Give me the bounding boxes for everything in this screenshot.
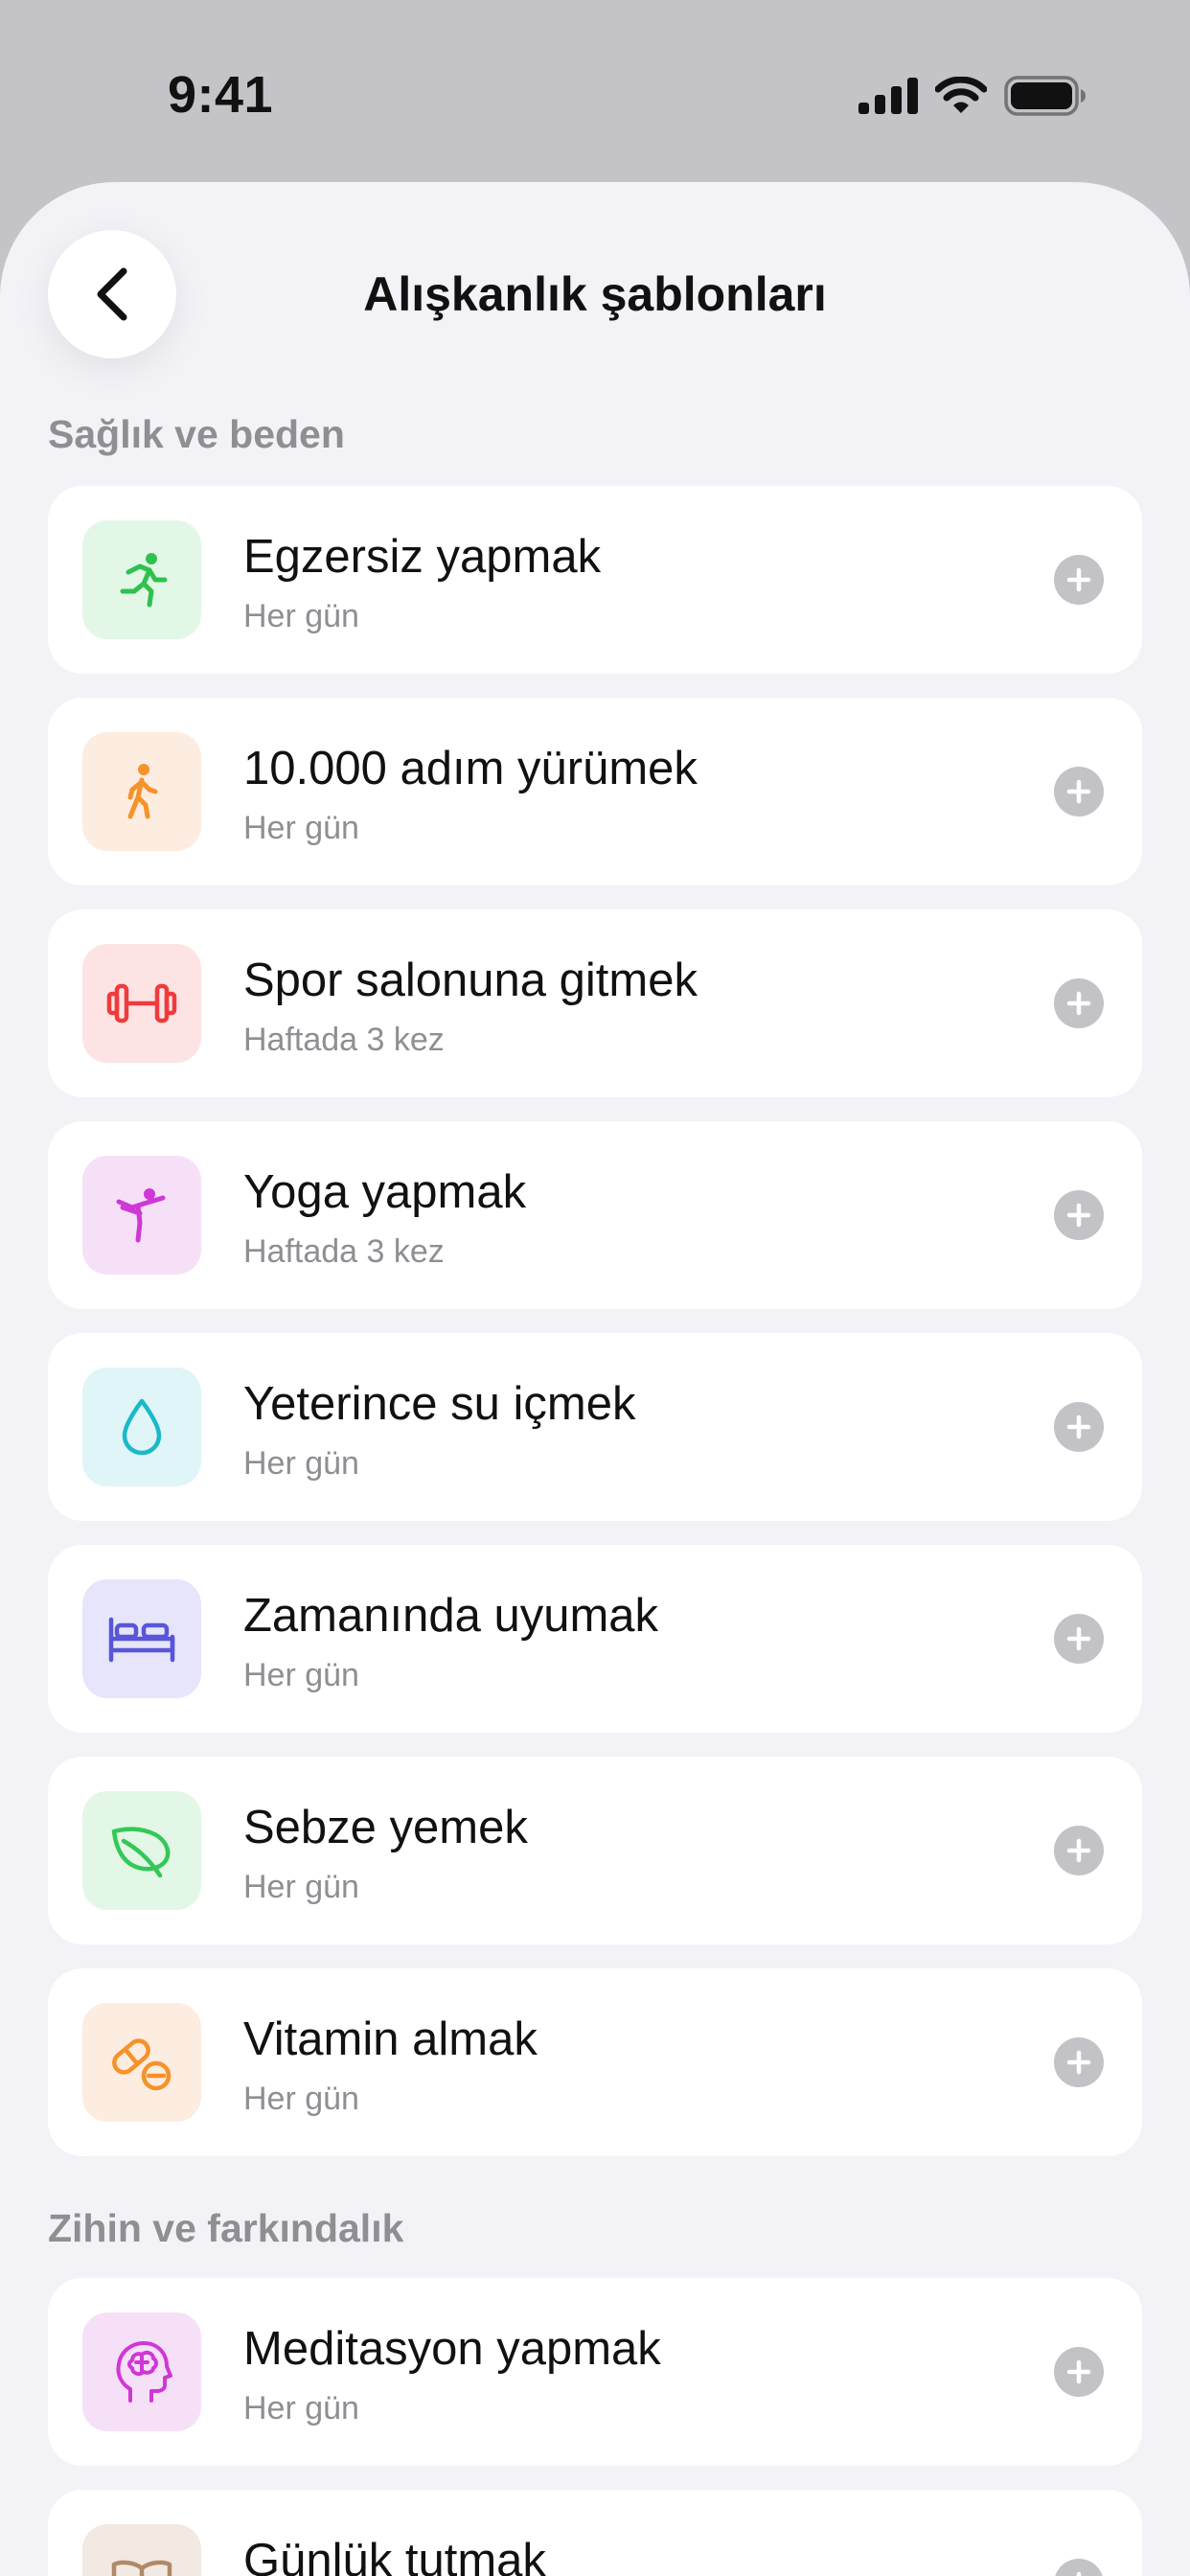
status-bar: 9:41 bbox=[0, 0, 1190, 182]
habit-template-card[interactable]: Sebze yemek Her gün bbox=[48, 1757, 1142, 1944]
habit-template-card[interactable]: Günlük tutmak bbox=[48, 2490, 1142, 2576]
habit-icon-tile bbox=[82, 1579, 201, 1698]
page-title: Alışkanlık şablonları bbox=[363, 267, 827, 321]
plus-icon bbox=[1076, 2571, 1082, 2576]
habit-icon-tile bbox=[82, 2003, 201, 2122]
plus-icon bbox=[1066, 1838, 1091, 1863]
habit-frequency: Her gün bbox=[243, 2081, 359, 2117]
plus-icon bbox=[1066, 1414, 1091, 1439]
dumbbell-icon bbox=[106, 983, 177, 1024]
yoga-icon bbox=[116, 1188, 166, 1243]
habit-template-card[interactable]: Yeterince su içmek Her gün bbox=[48, 1333, 1142, 1521]
habit-icon-tile bbox=[82, 2524, 201, 2576]
add-button[interactable] bbox=[1054, 767, 1104, 816]
add-button[interactable] bbox=[1054, 2037, 1104, 2087]
habit-template-card[interactable]: Meditasyon yapmak Her gün bbox=[48, 2278, 1142, 2466]
cellular-signal-icon bbox=[858, 78, 918, 114]
habit-title: Sebze yemek bbox=[243, 1802, 528, 1853]
habit-frequency: Her gün bbox=[243, 1869, 359, 1905]
leaf-icon bbox=[111, 1827, 171, 1878]
add-button[interactable] bbox=[1054, 2347, 1104, 2397]
habit-title: Meditasyon yapmak bbox=[243, 2323, 661, 2375]
plus-icon bbox=[1066, 2050, 1091, 2075]
section-header-mind: Zihin ve farkındalık bbox=[48, 2206, 404, 2250]
habit-frequency: Haftada 3 kez bbox=[243, 1022, 445, 1058]
habit-title: Spor salonuna gitmek bbox=[243, 954, 698, 1006]
habit-icon-tile bbox=[82, 944, 201, 1063]
habit-icon-tile bbox=[82, 1368, 201, 1486]
habit-frequency: Haftada 3 kez bbox=[243, 1233, 445, 1270]
habit-icon-tile bbox=[82, 520, 201, 639]
add-button[interactable] bbox=[1054, 1826, 1104, 1875]
status-time: 9:41 bbox=[168, 66, 274, 124]
habit-frequency: Her gün bbox=[243, 1657, 359, 1693]
habit-template-card[interactable]: Zamanında uyumak Her gün bbox=[48, 1545, 1142, 1733]
pill-icon bbox=[112, 2038, 172, 2091]
habit-frequency: Her gün bbox=[243, 810, 359, 846]
add-button[interactable] bbox=[1054, 1190, 1104, 1240]
add-button[interactable] bbox=[1054, 555, 1104, 605]
habit-icon-tile bbox=[82, 1156, 201, 1275]
wifi-icon bbox=[935, 77, 987, 113]
habit-title: Egzersiz yapmak bbox=[243, 531, 602, 583]
plus-icon bbox=[1066, 991, 1091, 1016]
habit-template-card[interactable]: Vitamin almak Her gün bbox=[48, 1968, 1142, 2156]
bed-icon bbox=[108, 1617, 175, 1663]
habit-template-card[interactable]: 10.000 adım yürümek Her gün bbox=[48, 698, 1142, 886]
brain-head-icon bbox=[116, 2341, 172, 2403]
habit-title: 10.000 adım yürümek bbox=[243, 743, 698, 794]
habit-icon-tile bbox=[82, 2312, 201, 2431]
habit-templates-sheet: Alışkanlık şablonları Sağlık ve beden Eg… bbox=[0, 182, 1190, 2576]
habit-frequency: Her gün bbox=[243, 1445, 359, 1482]
water-drop-icon bbox=[122, 1398, 162, 1456]
add-button[interactable] bbox=[1054, 1402, 1104, 1452]
add-button[interactable] bbox=[1054, 2559, 1104, 2576]
plus-icon bbox=[1066, 779, 1091, 804]
habit-template-card[interactable]: Spor salonuna gitmek Haftada 3 kez bbox=[48, 909, 1142, 1097]
journal-icon bbox=[111, 2560, 172, 2576]
habit-title: Vitamin almak bbox=[243, 2013, 538, 2065]
habit-title: Yeterince su içmek bbox=[243, 1378, 636, 1430]
habit-title: Yoga yapmak bbox=[243, 1166, 527, 1218]
habit-frequency: Her gün bbox=[243, 598, 359, 634]
plus-icon bbox=[1066, 1626, 1091, 1651]
habit-icon-tile bbox=[82, 1791, 201, 1910]
habit-template-card[interactable]: Yoga yapmak Haftada 3 kez bbox=[48, 1121, 1142, 1309]
plus-icon bbox=[1066, 1203, 1091, 1228]
battery-icon bbox=[1004, 76, 1086, 116]
add-button[interactable] bbox=[1054, 978, 1104, 1028]
plus-icon bbox=[1066, 2359, 1091, 2384]
section-header-health: Sağlık ve beden bbox=[48, 412, 345, 456]
status-icons bbox=[858, 75, 1087, 117]
walking-icon bbox=[127, 764, 158, 819]
habit-template-card[interactable]: Egzersiz yapmak Her gün bbox=[48, 486, 1142, 674]
habit-icon-tile bbox=[82, 732, 201, 851]
habit-title: Günlük tutmak bbox=[243, 2535, 546, 2576]
running-icon bbox=[120, 553, 168, 608]
habit-title: Zamanında uyumak bbox=[243, 1590, 659, 1642]
habit-frequency: Her gün bbox=[243, 2390, 359, 2426]
add-button[interactable] bbox=[1054, 1614, 1104, 1664]
plus-icon bbox=[1066, 567, 1091, 592]
